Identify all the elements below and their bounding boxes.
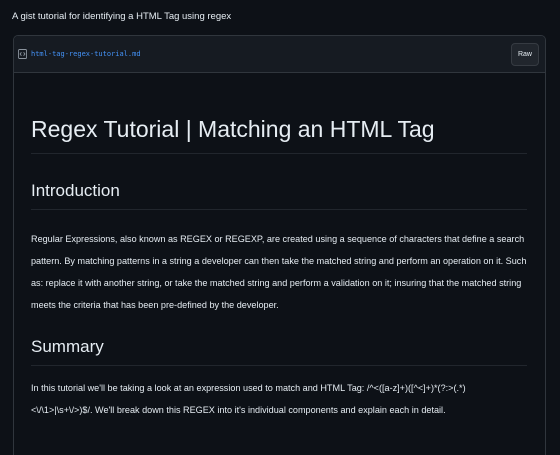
markdown-title: Regex Tutorial | Matching an HTML Tag <box>31 116 527 154</box>
gist-file-box: html-tag-regex-tutorial.md Raw Regex Tut… <box>13 35 546 455</box>
file-header: html-tag-regex-tutorial.md Raw <box>14 36 545 73</box>
file-title: html-tag-regex-tutorial.md <box>18 49 141 59</box>
introduction-paragraph: Regular Expressions, also known as REGEX… <box>31 233 527 310</box>
markdown-body: Regex Tutorial | Matching an HTML Tag In… <box>14 116 545 421</box>
file-name-link[interactable]: html-tag-regex-tutorial.md <box>31 50 141 58</box>
code-file-icon <box>18 49 27 59</box>
raw-button[interactable]: Raw <box>511 42 539 66</box>
introduction-heading: Introduction <box>31 181 527 210</box>
gist-page: A gist tutorial for identifying a HTML T… <box>0 0 560 455</box>
gist-description: A gist tutorial for identifying a HTML T… <box>12 11 232 22</box>
summary-paragraph: In this tutorial we'll be taking a look … <box>31 383 466 416</box>
summary-heading: Summary <box>31 337 527 367</box>
